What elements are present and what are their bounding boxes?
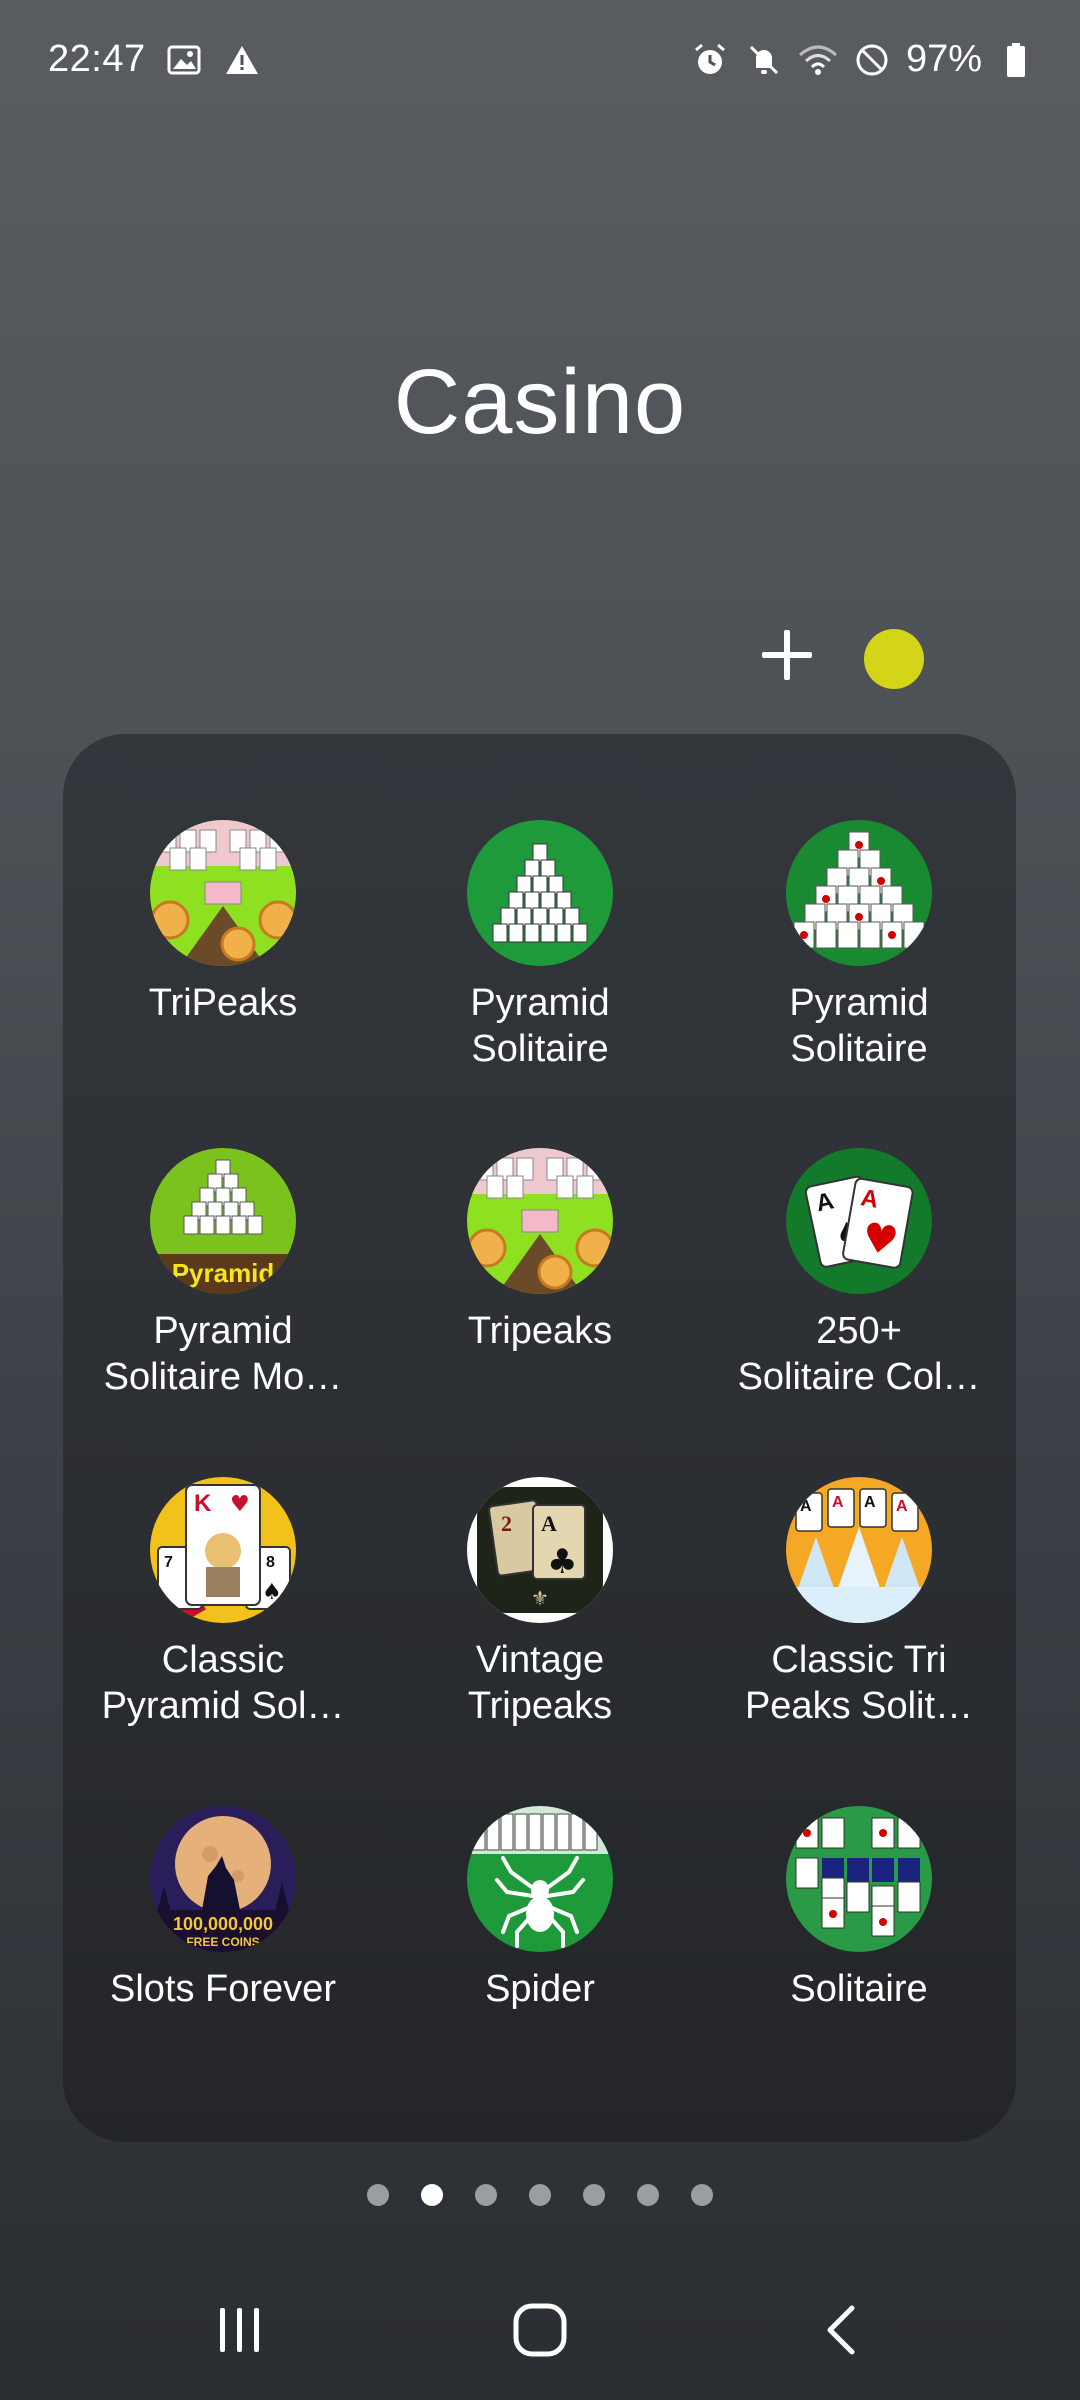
- svg-text:2: 2: [501, 1511, 512, 1536]
- app-solitaire-collection[interactable]: A ♠ A ♥ 250+ Solitaire Col…: [699, 1148, 1019, 1400]
- app-label-line1: Pyramid: [470, 982, 610, 1024]
- app-label-line2: Solitaire Mo…: [103, 1356, 343, 1398]
- page-dot[interactable]: [367, 2184, 389, 2206]
- svg-text:A: A: [800, 1498, 812, 1515]
- battery-percent: 97%: [905, 38, 982, 80]
- page-dot[interactable]: [637, 2184, 659, 2206]
- page-dot[interactable]: [691, 2184, 713, 2206]
- app-vintage-tripeaks[interactable]: 2 A ♣ ⚜ Vintage Tripeaks: [380, 1477, 700, 1729]
- wifi-icon: [798, 40, 838, 80]
- classic-tripeaks-aces-icon: AAAA: [786, 1477, 932, 1623]
- app-label-line1: Pyramid: [153, 1310, 293, 1352]
- app-pyramid-solitaire-1[interactable]: Pyramid Solitaire: [380, 820, 700, 1072]
- app-label-line1: TriPeaks: [148, 982, 298, 1024]
- app-pyramid-solitaire-mountain[interactable]: Pyramid Pyramid Solitaire Mo…: [63, 1148, 383, 1400]
- slots-free-coins-text: FREE COINS: [186, 1935, 259, 1949]
- add-apps-button[interactable]: [757, 625, 817, 685]
- app-classic-tripeaks[interactable]: A A A A Classic Tri Peaks Solit…: [699, 1477, 1019, 1729]
- svg-text:⚜: ⚜: [531, 1586, 549, 1610]
- app-label-line1: Classic Tri: [771, 1639, 947, 1681]
- page-indicator: [0, 2184, 1080, 2206]
- app-label-line2: Peaks Solit…: [744, 1685, 974, 1727]
- solitaire-icon: [786, 1806, 932, 1952]
- svg-text:A: A: [864, 1494, 876, 1511]
- pyramid-icon-text: Pyramid: [172, 1258, 275, 1288]
- svg-text:A: A: [896, 1498, 908, 1515]
- app-solitaire[interactable]: Solitaire: [699, 1806, 1019, 2012]
- battery-icon: [996, 40, 1036, 80]
- svg-text:8: 8: [266, 1554, 275, 1571]
- page-dot-active[interactable]: [421, 2184, 443, 2206]
- app-label-line2: Pyramid Sol…: [101, 1685, 345, 1727]
- pyramid-solitaire-mountain-icon: Pyramid: [150, 1148, 296, 1294]
- app-label-line1: Tripeaks: [467, 1310, 613, 1352]
- spider-icon: [467, 1806, 613, 1952]
- app-label-line1: Classic: [161, 1639, 285, 1681]
- home-button[interactable]: [480, 2280, 600, 2380]
- app-label-line2: Solitaire: [790, 1028, 928, 1070]
- app-label-line2: Tripeaks: [467, 1685, 613, 1727]
- vintage-tripeaks-icon: 2 A ♣ ⚜: [467, 1477, 613, 1623]
- mute-icon: [744, 40, 784, 80]
- plus-icon: [762, 630, 812, 680]
- app-tripeaks-2[interactable]: Tripeaks: [380, 1148, 700, 1354]
- warning-icon: [222, 40, 262, 80]
- app-label-line1: Spider: [485, 1968, 595, 2010]
- image-notification-icon: [164, 40, 204, 80]
- page-dot[interactable]: [583, 2184, 605, 2206]
- svg-text:♥: ♥: [230, 1492, 250, 1517]
- svg-text:K: K: [194, 1490, 212, 1517]
- app-spider[interactable]: Spider: [380, 1806, 700, 2012]
- app-slots-forever[interactable]: 100,000,000 FREE COINS Slots Forever: [63, 1806, 383, 2012]
- classic-pyramid-king-icon: 7 8 ♠ K ♥: [150, 1477, 296, 1623]
- svg-text:A: A: [541, 1511, 557, 1536]
- status-bar: 22:47 97%: [0, 0, 1080, 120]
- slots-coins-text: 100,000,000: [173, 1914, 273, 1934]
- do-not-disturb-icon: [852, 40, 892, 80]
- folder-color-button[interactable]: [864, 629, 924, 689]
- app-label-line1: 250+: [816, 1310, 902, 1352]
- page-dot[interactable]: [529, 2184, 551, 2206]
- app-label-line1: Vintage: [475, 1639, 605, 1681]
- clock: 22:47: [48, 38, 146, 80]
- svg-text:A: A: [832, 1494, 844, 1511]
- app-tripeaks[interactable]: TriPeaks: [63, 820, 383, 1026]
- solitaire-collection-icon: A ♠ A ♥: [786, 1148, 932, 1294]
- app-label-line2: Solitaire: [471, 1028, 609, 1070]
- folder-title[interactable]: Casino: [0, 350, 1080, 455]
- recents-button[interactable]: [180, 2280, 300, 2380]
- tripeaks-2-icon: [467, 1148, 613, 1294]
- back-button[interactable]: [784, 2280, 904, 2380]
- page-dot[interactable]: [475, 2184, 497, 2206]
- pyramid-solitaire-cards-icon: [786, 820, 932, 966]
- navigation-bar: [0, 2280, 1080, 2380]
- recents-icon: [220, 2308, 259, 2352]
- home-icon: [513, 2303, 567, 2357]
- svg-text:7: 7: [164, 1554, 173, 1571]
- pyramid-solitaire-green-icon: [467, 820, 613, 966]
- folder-panel: TriPeaks Pyramid Solitaire Pyramid Solit…: [63, 734, 1016, 2142]
- app-label-line1: Solitaire: [790, 1968, 928, 2010]
- app-label-line2: Solitaire Col…: [737, 1356, 981, 1398]
- app-pyramid-solitaire-2[interactable]: Pyramid Solitaire: [699, 820, 1019, 1072]
- tripeaks-icon: [150, 820, 296, 966]
- svg-text:♣: ♣: [547, 1542, 577, 1582]
- svg-text:♠: ♠: [262, 1580, 282, 1605]
- app-label-line1: Pyramid: [789, 982, 929, 1024]
- app-label-line1: Slots Forever: [110, 1968, 336, 2010]
- back-icon: [827, 2305, 855, 2355]
- app-classic-pyramid[interactable]: 7 8 ♠ K ♥ Classic Pyramid Sol…: [63, 1477, 383, 1729]
- slots-wolf-icon: 100,000,000 FREE COINS: [150, 1806, 296, 1952]
- alarm-icon: [690, 40, 730, 80]
